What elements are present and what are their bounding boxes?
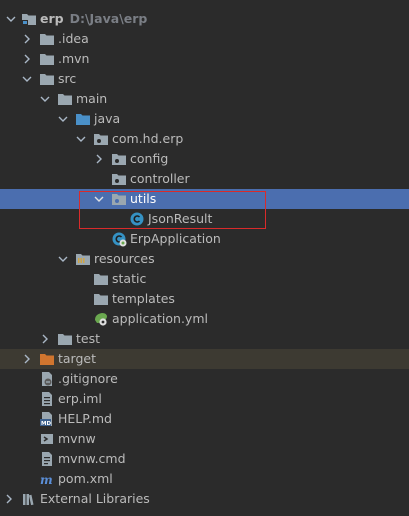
gitignore-file-icon <box>39 371 55 387</box>
chevron-down-icon[interactable] <box>39 93 51 105</box>
tree-row-package[interactable]: com.hd.erp <box>0 129 409 149</box>
tree-label-main: main <box>76 91 108 106</box>
tree-row-utils[interactable]: utils <box>0 189 409 209</box>
project-path: D:\Java\erp <box>69 11 148 26</box>
folder-icon <box>93 291 109 307</box>
chevron-down-icon[interactable] <box>93 193 105 205</box>
svg-text:m: m <box>40 473 53 487</box>
tree-row-resources[interactable]: resources <box>0 249 409 269</box>
package-icon <box>111 151 127 167</box>
svg-text:MD: MD <box>41 421 51 427</box>
tree-label-pom-xml: pom.xml <box>58 471 113 486</box>
chevron-right-icon[interactable] <box>39 333 51 345</box>
tree-label-gitignore: .gitignore <box>58 371 118 386</box>
shell-script-icon <box>39 431 55 447</box>
chevron-down-icon[interactable] <box>5 13 17 25</box>
tree-row-mvnw-cmd[interactable]: mvnw.cmd <box>0 449 409 469</box>
project-tree: erp D:\Java\erp .idea .mvn src main java… <box>0 0 409 516</box>
chevron-down-icon[interactable] <box>75 133 87 145</box>
tree-row-controller[interactable]: controller <box>0 169 409 189</box>
folder-icon <box>21 11 37 27</box>
tree-row-idea[interactable]: .idea <box>0 29 409 49</box>
tree-row-config[interactable]: config <box>0 149 409 169</box>
markdown-file-icon: MD <box>39 411 55 427</box>
tree-row-static[interactable]: static <box>0 269 409 289</box>
tree-row-mvn[interactable]: .mvn <box>0 49 409 69</box>
tree-label-test: test <box>76 331 101 346</box>
tree-row-src[interactable]: src <box>0 69 409 89</box>
tree-row-gitignore[interactable]: .gitignore <box>0 369 409 389</box>
tree-row-json-result[interactable]: JsonResult <box>0 209 409 229</box>
tree-label-mvnw-cmd: mvnw.cmd <box>58 451 126 466</box>
tree-row-help-md[interactable]: MD HELP.md <box>0 409 409 429</box>
chevron-right-icon[interactable] <box>21 33 33 45</box>
package-icon <box>93 131 109 147</box>
tree-label-help-md: HELP.md <box>58 411 112 426</box>
tree-label-templates: templates <box>112 291 175 306</box>
module-file-icon <box>39 391 55 407</box>
tree-label-mvn: .mvn <box>58 51 90 66</box>
tree-row-pom-xml[interactable]: m pom.xml <box>0 469 409 489</box>
tree-label-application-yml: application.yml <box>112 311 208 326</box>
resources-folder-icon <box>75 251 91 267</box>
chevron-right-icon[interactable] <box>21 53 33 65</box>
tree-row-project-root[interactable]: erp D:\Java\erp <box>0 9 409 29</box>
tree-label-package: com.hd.erp <box>112 131 184 146</box>
tree-label-java: java <box>94 111 121 126</box>
tree-label-erp-iml: erp.iml <box>58 391 102 406</box>
tree-row-application-yml[interactable]: application.yml <box>0 309 409 329</box>
tree-row-java[interactable]: java <box>0 109 409 129</box>
top-clip <box>0 0 409 3</box>
folder-icon <box>57 91 73 107</box>
spring-config-icon <box>93 311 109 327</box>
folder-icon <box>39 71 55 87</box>
tree-label-config: config <box>130 151 169 166</box>
tree-row-mvnw[interactable]: mvnw <box>0 429 409 449</box>
tree-label-resources: resources <box>94 251 155 266</box>
text-file-icon <box>39 451 55 467</box>
package-icon <box>111 171 127 187</box>
project-name: erp D:\Java\erp <box>40 11 148 26</box>
chevron-right-icon[interactable] <box>21 353 33 365</box>
chevron-down-icon[interactable] <box>21 73 33 85</box>
tree-label-idea: .idea <box>58 31 89 46</box>
chevron-down-icon[interactable] <box>57 113 69 125</box>
excluded-folder-icon <box>39 351 55 367</box>
tree-label-mvnw: mvnw <box>58 431 96 446</box>
tree-label-erp-application: ErpApplication <box>130 231 221 246</box>
folder-icon <box>39 31 55 47</box>
tree-label-controller: controller <box>130 171 190 186</box>
class-icon <box>129 211 145 227</box>
tree-label-json-result: JsonResult <box>148 211 213 226</box>
spring-boot-class-icon <box>111 231 127 247</box>
chevron-right-icon[interactable] <box>93 153 105 165</box>
tree-row-erp-application[interactable]: ErpApplication <box>0 229 409 249</box>
tree-label-static: static <box>112 271 147 286</box>
libraries-icon <box>21 491 37 507</box>
tree-label-src: src <box>58 71 77 86</box>
chevron-down-icon[interactable] <box>57 253 69 265</box>
folder-icon <box>39 51 55 67</box>
tree-label-target: target <box>58 351 97 366</box>
tree-row-erp-iml[interactable]: erp.iml <box>0 389 409 409</box>
source-folder-icon <box>75 111 91 127</box>
tree-row-main[interactable]: main <box>0 89 409 109</box>
tree-row-test[interactable]: test <box>0 329 409 349</box>
package-icon <box>111 191 127 207</box>
folder-icon <box>57 331 73 347</box>
tree-row-templates[interactable]: templates <box>0 289 409 309</box>
maven-icon: m <box>39 471 55 487</box>
folder-icon <box>93 271 109 287</box>
tree-label-utils: utils <box>130 191 157 206</box>
chevron-right-icon[interactable] <box>3 493 15 505</box>
tree-row-external-libraries[interactable]: External Libraries <box>0 489 409 509</box>
tree-row-target[interactable]: target <box>0 349 409 369</box>
tree-label-external-libraries: External Libraries <box>40 491 150 506</box>
